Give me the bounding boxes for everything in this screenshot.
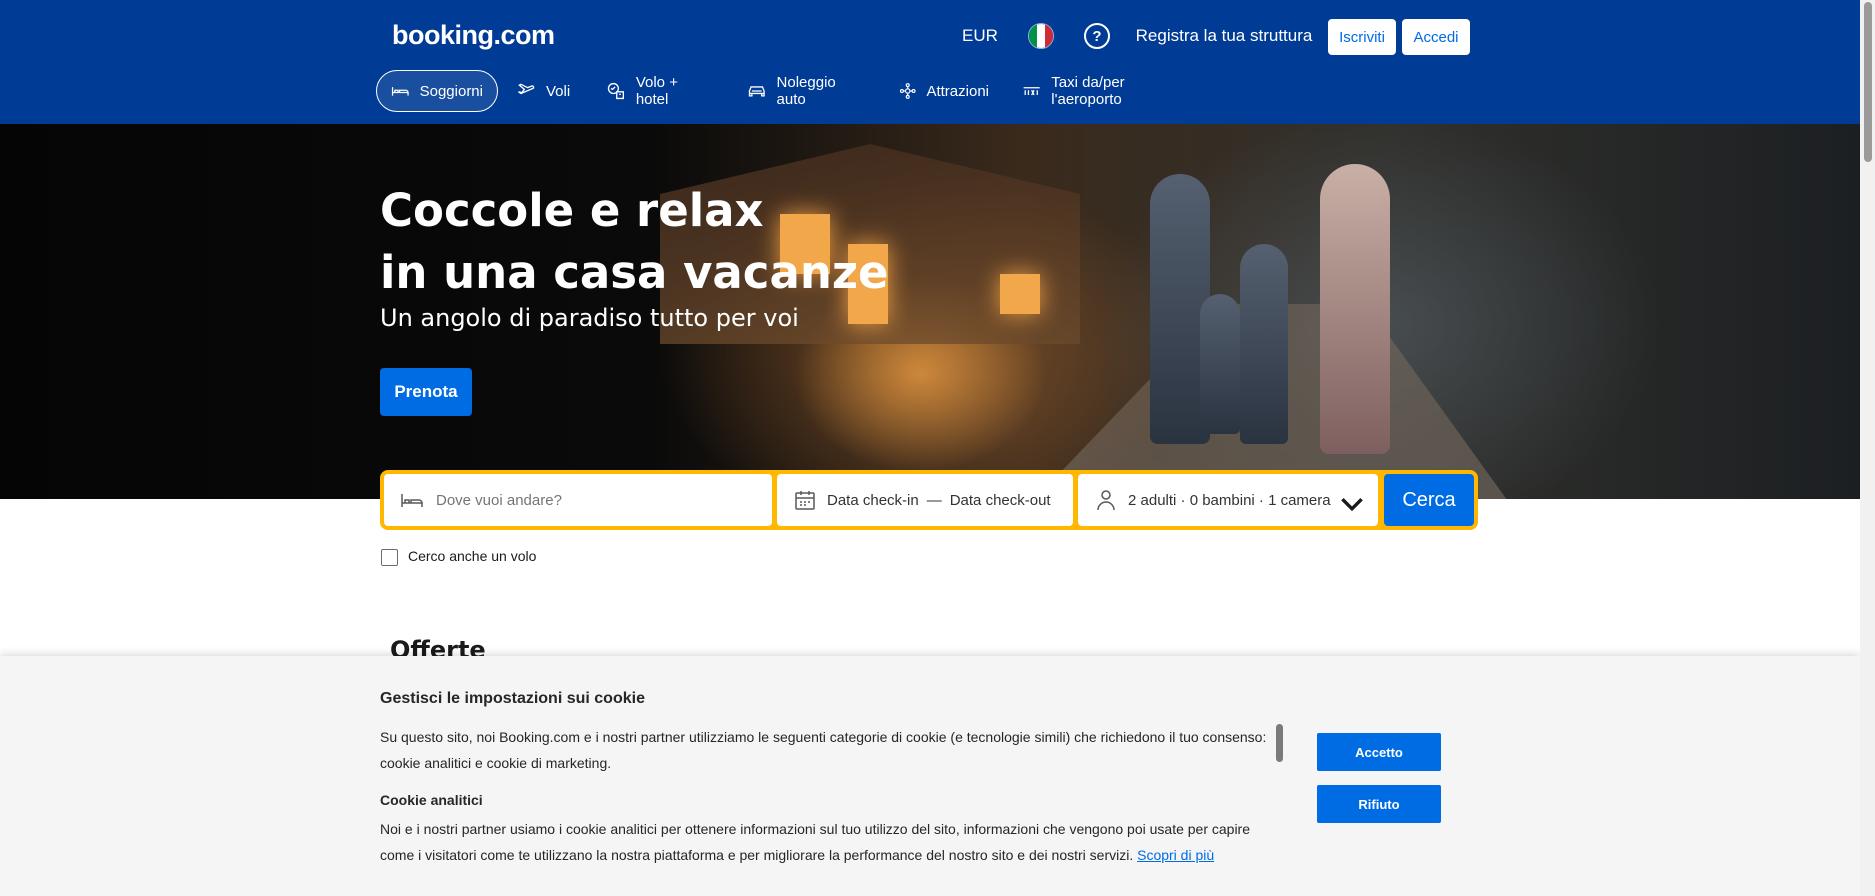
hero-title-line-2: in una casa vacanze bbox=[380, 246, 889, 299]
hero-person-image bbox=[1200, 294, 1240, 434]
page-scrollbar[interactable] bbox=[1860, 0, 1875, 896]
tab-attractions[interactable]: Attrazioni bbox=[885, 70, 1003, 112]
signup-button[interactable]: Iscriviti bbox=[1328, 19, 1396, 55]
attractions-icon bbox=[899, 83, 916, 99]
bed-icon bbox=[391, 87, 409, 96]
hero-banner bbox=[0, 124, 1860, 499]
hero-person-image bbox=[1320, 164, 1390, 454]
cookie-analytics-text: Noi e i nostri partner usiamo i cookie a… bbox=[380, 821, 1251, 863]
cookie-banner: Gestisci le impostazioni sui cookie Su q… bbox=[0, 656, 1860, 896]
bed-icon bbox=[401, 494, 423, 507]
question-mark-icon: ? bbox=[1084, 23, 1110, 49]
dates-field[interactable]: Data check-in — Data check-out bbox=[777, 474, 1073, 526]
login-button[interactable]: Accedi bbox=[1402, 19, 1470, 55]
learn-more-link[interactable]: Scopri di più bbox=[1137, 847, 1214, 863]
checkout-label: Data check-out bbox=[949, 491, 1051, 509]
search-button[interactable]: Cerca bbox=[1384, 474, 1474, 526]
currency-button[interactable]: EUR bbox=[950, 14, 1010, 58]
booking-logo[interactable]: booking.com bbox=[392, 20, 555, 51]
language-button[interactable] bbox=[1017, 14, 1065, 58]
tab-stays-label: Soggiorni bbox=[419, 82, 483, 100]
tab-flights[interactable]: Voli bbox=[502, 70, 586, 112]
page-scrollbar-thumb[interactable] bbox=[1864, 2, 1872, 162]
hero-window-light bbox=[1000, 274, 1040, 314]
tab-airport-taxi[interactable]: Taxi da/per l'aeroporto bbox=[1008, 70, 1208, 112]
tab-car-rental-label: Noleggio auto bbox=[776, 74, 836, 108]
help-button[interactable]: ? bbox=[1073, 14, 1121, 58]
cookie-analytics-paragraph: Noi e i nostri partner usiamo i cookie a… bbox=[380, 816, 1260, 868]
tab-airport-taxi-label: Taxi da/per l'aeroporto bbox=[1051, 74, 1125, 108]
search-bar: Data check-in — Data check-out 2 adulti … bbox=[380, 470, 1478, 530]
cookie-scrollbar[interactable] bbox=[1276, 724, 1283, 762]
italy-flag-icon bbox=[1028, 23, 1054, 49]
reject-cookies-button[interactable]: Rifiuto bbox=[1317, 785, 1441, 823]
book-now-button[interactable]: Prenota bbox=[380, 368, 472, 416]
tab-attractions-label: Attrazioni bbox=[926, 82, 989, 100]
person-icon bbox=[1097, 490, 1115, 511]
chevron-down-icon bbox=[1341, 498, 1363, 512]
date-separator: — bbox=[926, 491, 942, 509]
tab-flight-hotel-label: Volo + hotel bbox=[635, 74, 678, 108]
register-property-link[interactable]: Registra la tua struttura bbox=[1129, 14, 1319, 58]
taxi-icon bbox=[1023, 87, 1040, 96]
tab-stays[interactable]: Soggiorni bbox=[376, 70, 498, 112]
tab-flights-label: Voli bbox=[546, 82, 571, 100]
flight-checkbox[interactable] bbox=[381, 549, 398, 566]
car-icon bbox=[748, 86, 765, 97]
flight-checkbox-label[interactable]: Cerco anche un volo bbox=[408, 548, 536, 564]
checkin-label: Data check-in bbox=[827, 491, 919, 509]
hero-person-image bbox=[1240, 244, 1288, 444]
cookie-title: Gestisci le impostazioni sui cookie bbox=[380, 690, 645, 707]
tab-car-rental[interactable]: Noleggio auto bbox=[733, 70, 881, 112]
plane-icon bbox=[518, 83, 535, 95]
hero-title: Coccole e relax in una casa vacanze bbox=[380, 180, 889, 304]
hero-subtitle: Un angolo di paradiso tutto per voi bbox=[380, 304, 799, 332]
top-header: booking.com EUR ? Registra la tua strutt… bbox=[0, 0, 1860, 124]
cookie-intro-text: Su questo sito, noi Booking.com e i nost… bbox=[380, 729, 1267, 771]
hero-title-line-1: Coccole e relax bbox=[380, 184, 764, 237]
guests-field[interactable]: 2 adulti · 0 bambini · 1 camera bbox=[1078, 474, 1378, 526]
plane-hotel-icon bbox=[607, 82, 625, 100]
destination-field[interactable] bbox=[384, 474, 772, 526]
accept-cookies-button[interactable]: Accetto bbox=[1317, 733, 1441, 771]
destination-input[interactable] bbox=[434, 490, 758, 510]
calendar-icon bbox=[795, 491, 815, 510]
tab-flight-hotel[interactable]: Volo + hotel bbox=[592, 70, 728, 112]
guests-label: 2 adulti · 0 bambini · 1 camera bbox=[1128, 491, 1331, 509]
cookie-analytics-title: Cookie analitici bbox=[380, 792, 483, 808]
